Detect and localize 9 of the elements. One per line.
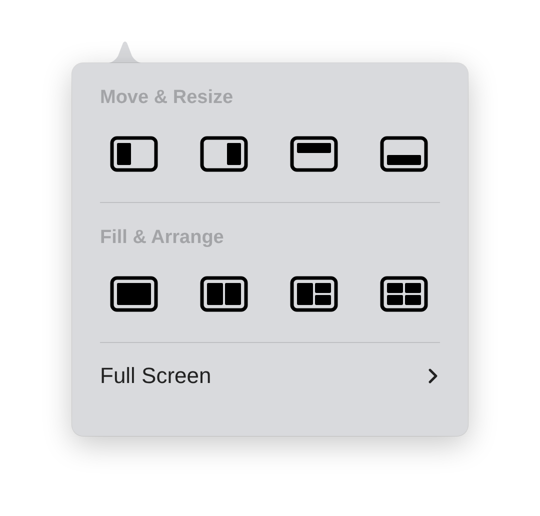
halves-layout-icon [200,276,248,312]
top-half-layout-icon [290,136,338,172]
full-screen-menu-item[interactable]: Full Screen [100,359,440,393]
bottom-half-layout-icon [380,136,428,172]
left-half-layout-icon [110,136,158,172]
right-half-layout-icon [200,136,248,172]
left-and-stack-layout-icon [290,276,338,312]
quarters-layout-icon [380,276,428,312]
fill-layout-icon [110,276,158,312]
